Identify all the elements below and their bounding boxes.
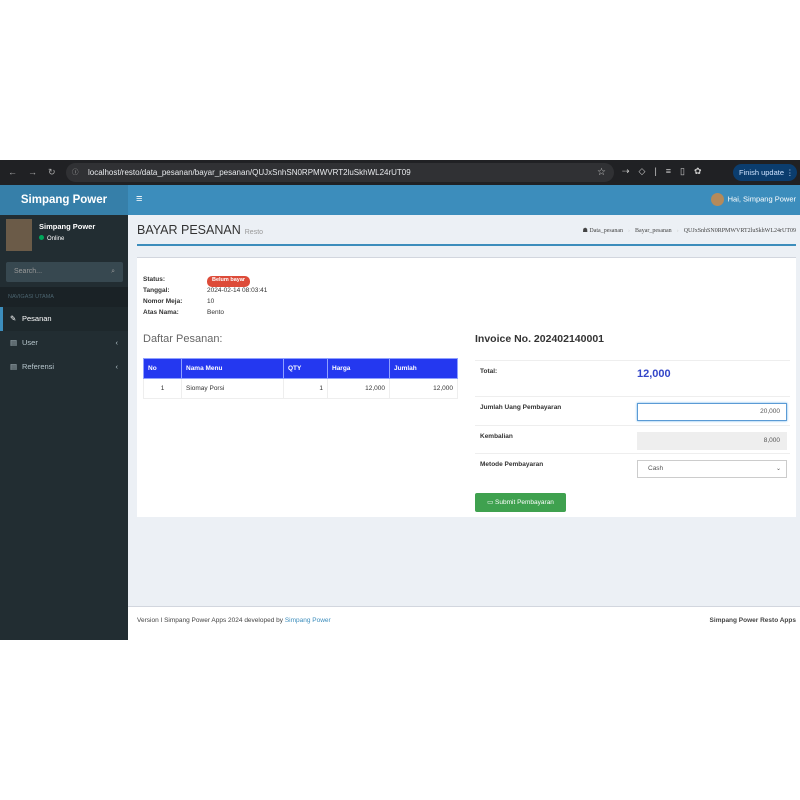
sidebar-item-label: Pesanan [22, 314, 52, 323]
url-text: localhost/resto/data_pesanan/bayar_pesan… [88, 168, 411, 177]
nav-header: NAVIGASI UTAMA [0, 287, 128, 307]
cell-no: 1 [143, 378, 182, 399]
col-jumlah: Jumlah [389, 358, 458, 379]
breadcrumb-item[interactable]: Bayar_pesanan [635, 228, 672, 234]
dashboard-icon: ☗ [582, 228, 588, 234]
invoice-title: Invoice No. 202402140001 [475, 333, 605, 345]
forward-icon[interactable]: → [28, 167, 37, 177]
method-value: Cash [648, 465, 664, 472]
change-row: Kembalian 8,000 [475, 425, 790, 453]
change-label: Kembalian [480, 433, 513, 440]
cell-qty: 1 [283, 378, 328, 399]
footer-right: Simpang Power Resto Apps [709, 617, 796, 624]
paid-label: Jumlah Uang Pembayaran [480, 404, 562, 411]
status-badge: Belum bayar [207, 276, 251, 287]
greeting: Hai, Simpang Power [727, 194, 796, 204]
chevron-down-icon: ⌄ [775, 466, 781, 472]
chevron-left-icon: ‹ [115, 362, 119, 371]
search-placeholder: Search... [14, 268, 43, 275]
sidebar-item-label: User [22, 338, 38, 347]
avatar [710, 193, 724, 206]
table-value: 10 [207, 298, 215, 305]
order-table: No Nama Menu QTY Harga Jumlah 1 Siomay P… [143, 358, 458, 399]
header-divider [137, 244, 796, 246]
footer: Version I Simpang Power Apps 2024 develo… [128, 606, 800, 640]
top-navbar: ≡ Hai, Simpang Power [128, 185, 800, 215]
col-qty: QTY [283, 358, 328, 379]
sidebar-user-name: Simpang Power [39, 222, 96, 231]
col-harga: Harga [327, 358, 390, 379]
breadcrumb-item: QUJxSnhSN0RPMWVRT2luSkhWL24rUT09 [683, 228, 796, 234]
table-row: 1 Siomay Porsi 1 12,000 12,000 [143, 378, 458, 399]
back-icon[interactable]: ← [8, 167, 17, 177]
breadcrumb: ☗ Data_pesanan › Bayar_pesanan › QUJxSnhSN0R… [582, 228, 796, 234]
cell-menu: Siomay Porsi [181, 378, 284, 399]
cell-harga: 12,000 [327, 378, 390, 399]
browser-toolbar: ← → ↻ ⓘ localhost/resto/data_pesanan/baya… [0, 160, 800, 185]
sidebar-item-pesanan[interactable]: ✎ Pesanan [0, 307, 128, 331]
sidebar: Simpang Power Online Search... ⌕ NAVIGASI… [0, 215, 128, 640]
content-header: BAYAR PESANAN Resto ☗ Data_pesanan › Bayar_… [128, 215, 800, 247]
user-avatar [6, 219, 32, 251]
sidebar-item-user[interactable]: ▤ User ‹ [0, 331, 128, 355]
page-subtitle: Resto [244, 229, 264, 236]
sidebar-item-label: Referensi [22, 362, 55, 371]
edit-icon: ✎ [10, 314, 17, 323]
online-status: Online [39, 235, 64, 242]
online-dot-icon [39, 235, 44, 240]
name-label: Atas Nama: [143, 309, 179, 316]
screenshot: ← → ↻ ⓘ localhost/resto/data_pesanan/baya… [0, 160, 800, 640]
search-input[interactable]: Search... ⌕ [6, 262, 123, 282]
status-text: Online [47, 236, 65, 242]
address-bar[interactable]: ⓘ localhost/resto/data_pesanan/bayar_pesa… [66, 163, 614, 182]
breadcrumb-item[interactable]: Data_pesanan [589, 228, 623, 234]
order-list-title: Daftar Pesanan: [143, 333, 223, 345]
page-title: BAYAR PESANAN Resto [137, 223, 263, 237]
paid-row: Jumlah Uang Pembayaran 20,000 [475, 396, 790, 425]
footer-text: Version I Simpang Power Apps 2024 develo… [137, 617, 283, 624]
sidebar-item-referensi[interactable]: ▤ Referensi ‹ [0, 355, 128, 379]
table-header-row: No Nama Menu QTY Harga Jumlah [143, 358, 458, 379]
book-icon: ▤ [10, 338, 18, 347]
method-row: Metode Pembayaran Cash ⌄ [475, 453, 790, 481]
reload-icon[interactable]: ↻ [48, 167, 56, 178]
table-label: Nomor Meja: [143, 298, 183, 305]
chevron-left-icon: ‹ [115, 338, 119, 347]
extensions-icons[interactable]: ⇢◇|≡▯✿ [622, 166, 711, 177]
search-icon[interactable]: ⌕ [111, 262, 115, 282]
total-label: Total: [480, 368, 498, 375]
app-logo[interactable]: Simpang Power [0, 185, 128, 215]
finish-update-button[interactable]: Finish update ⋮ [733, 164, 797, 181]
change-input: 8,000 [637, 432, 787, 450]
name-value: Bento [207, 309, 224, 316]
menu-toggle-icon[interactable]: ≡ [136, 193, 142, 205]
status-label: Status: [143, 276, 166, 283]
col-no: No [143, 358, 182, 379]
total-row: Total: 12,000 [475, 360, 790, 396]
footer-link[interactable]: Simpang Power [285, 617, 331, 624]
cell-jumlah: 12,000 [389, 378, 458, 399]
date-label: Tanggal: [143, 287, 170, 294]
book-icon: ▤ [10, 362, 18, 371]
credit-card-icon: ▭ [487, 499, 494, 506]
date-value: 2024-02-14 08:03:41 [207, 287, 268, 294]
submit-label: Submit Pembayaran [495, 499, 554, 506]
submit-payment-button[interactable]: ▭ Submit Pembayaran [475, 493, 566, 512]
order-info: Status: Belum bayar Tanggal: 2024-02-14 08… [143, 276, 267, 320]
paid-amount-input[interactable]: 20,000 [637, 403, 787, 421]
user-menu[interactable]: Hai, Simpang Power [710, 193, 796, 206]
col-menu: Nama Menu [181, 358, 284, 379]
total-value: 12,000 [637, 368, 671, 380]
bookmark-star-icon[interactable]: ☆ [597, 163, 606, 182]
finish-update-label: Finish update [739, 168, 785, 177]
site-info-icon[interactable]: ⓘ [72, 163, 79, 182]
payment-box: Status: Belum bayar Tanggal: 2024-02-14 08… [137, 257, 796, 517]
footer-left: Version I Simpang Power Apps 2024 develo… [137, 617, 331, 624]
payment-method-select[interactable]: Cash ⌄ [637, 460, 787, 478]
method-label: Metode Pembayaran [480, 461, 544, 468]
page-title-text: BAYAR PESANAN [137, 223, 241, 237]
